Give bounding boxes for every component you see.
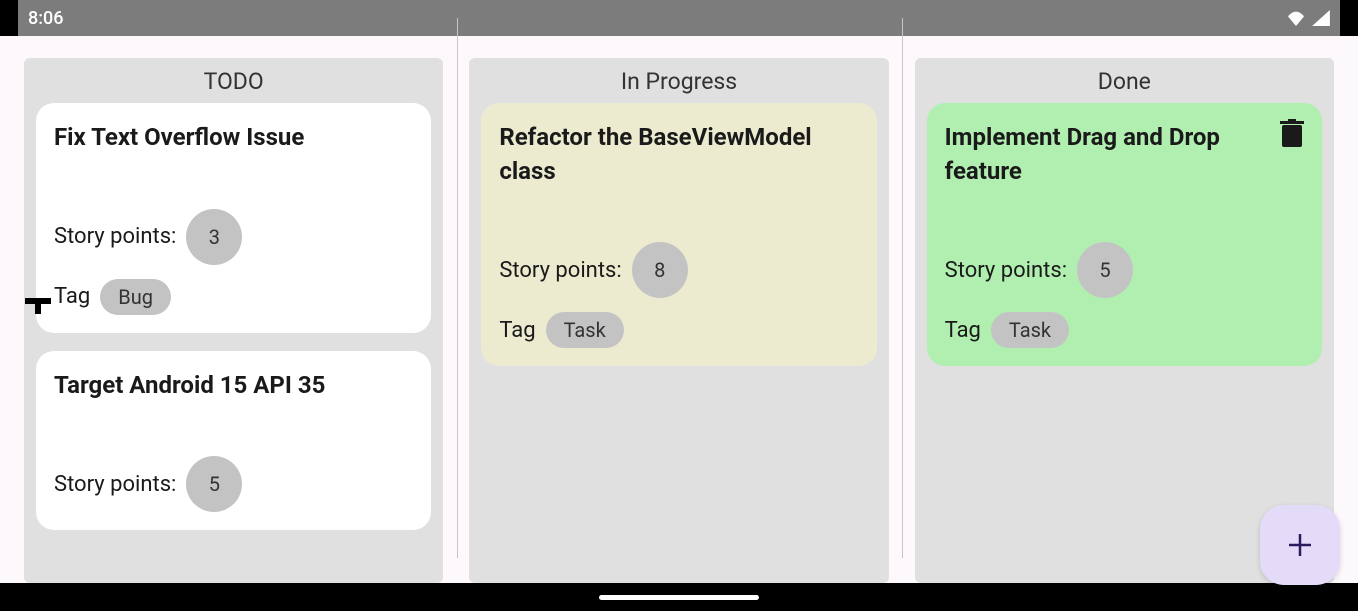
tag-row: Tag Bug	[54, 279, 413, 315]
story-points-row: Story points: 5	[945, 242, 1304, 298]
points-badge: 5	[1077, 242, 1133, 298]
task-card[interactable]: Target Android 15 API 35 Story points: 5	[36, 351, 431, 531]
status-icons	[1286, 10, 1330, 26]
drag-handle-icon[interactable]	[25, 298, 51, 318]
wifi-icon	[1286, 10, 1306, 26]
delete-button[interactable]	[1280, 119, 1304, 151]
story-points-row: Story points: 3	[54, 209, 413, 265]
story-points-label: Story points:	[54, 224, 176, 249]
card-title: Refactor the BaseViewModel class	[499, 121, 858, 228]
tag-badge: Bug	[100, 279, 171, 315]
signal-icon	[1312, 10, 1330, 26]
nav-bar	[0, 583, 1358, 611]
kanban-board: TODO Fix Text Overflow Issue Story point…	[0, 36, 1358, 583]
cards-container: Refactor the BaseViewModel class Story p…	[469, 103, 888, 378]
column-header: In Progress	[469, 58, 888, 103]
task-card[interactable]: Refactor the BaseViewModel class Story p…	[481, 103, 876, 366]
column-done[interactable]: Done Implement Drag and Drop feature Sto…	[915, 58, 1334, 583]
column-header: TODO	[24, 58, 443, 103]
points-badge: 8	[632, 242, 688, 298]
story-points-label: Story points:	[54, 472, 176, 497]
task-card[interactable]: Fix Text Overflow Issue Story points: 3 …	[36, 103, 431, 333]
tag-label: Tag	[54, 284, 90, 309]
status-bar: 8:06	[0, 0, 1358, 36]
points-badge: 5	[186, 456, 242, 512]
trash-icon	[1280, 119, 1304, 147]
points-badge: 3	[186, 209, 242, 265]
card-title: Fix Text Overflow Issue	[54, 121, 413, 195]
story-points-row: Story points: 5	[54, 456, 413, 512]
column-header: Done	[915, 58, 1334, 103]
tag-label: Tag	[499, 318, 535, 343]
tag-badge: Task	[546, 312, 624, 348]
task-card[interactable]: Implement Drag and Drop feature Story po…	[927, 103, 1322, 366]
story-points-row: Story points: 8	[499, 242, 858, 298]
add-card-button[interactable]	[1260, 505, 1340, 585]
cards-container: Fix Text Overflow Issue Story points: 3 …	[24, 103, 443, 542]
tag-label: Tag	[945, 318, 981, 343]
column-divider	[457, 18, 458, 558]
column-todo[interactable]: TODO Fix Text Overflow Issue Story point…	[24, 58, 443, 583]
tag-row: Tag Task	[945, 312, 1304, 348]
plus-icon	[1287, 532, 1313, 558]
tag-badge: Task	[991, 312, 1069, 348]
tag-row: Tag Task	[499, 312, 858, 348]
cards-container: Implement Drag and Drop feature Story po…	[915, 103, 1334, 378]
column-in-progress[interactable]: In Progress Refactor the BaseViewModel c…	[469, 58, 888, 583]
card-title: Target Android 15 API 35	[54, 369, 413, 443]
nav-handle[interactable]	[599, 595, 759, 600]
story-points-label: Story points:	[499, 258, 621, 283]
story-points-label: Story points:	[945, 258, 1067, 283]
card-title: Implement Drag and Drop feature	[945, 121, 1304, 228]
column-divider	[902, 18, 903, 558]
status-time: 8:06	[28, 8, 63, 29]
